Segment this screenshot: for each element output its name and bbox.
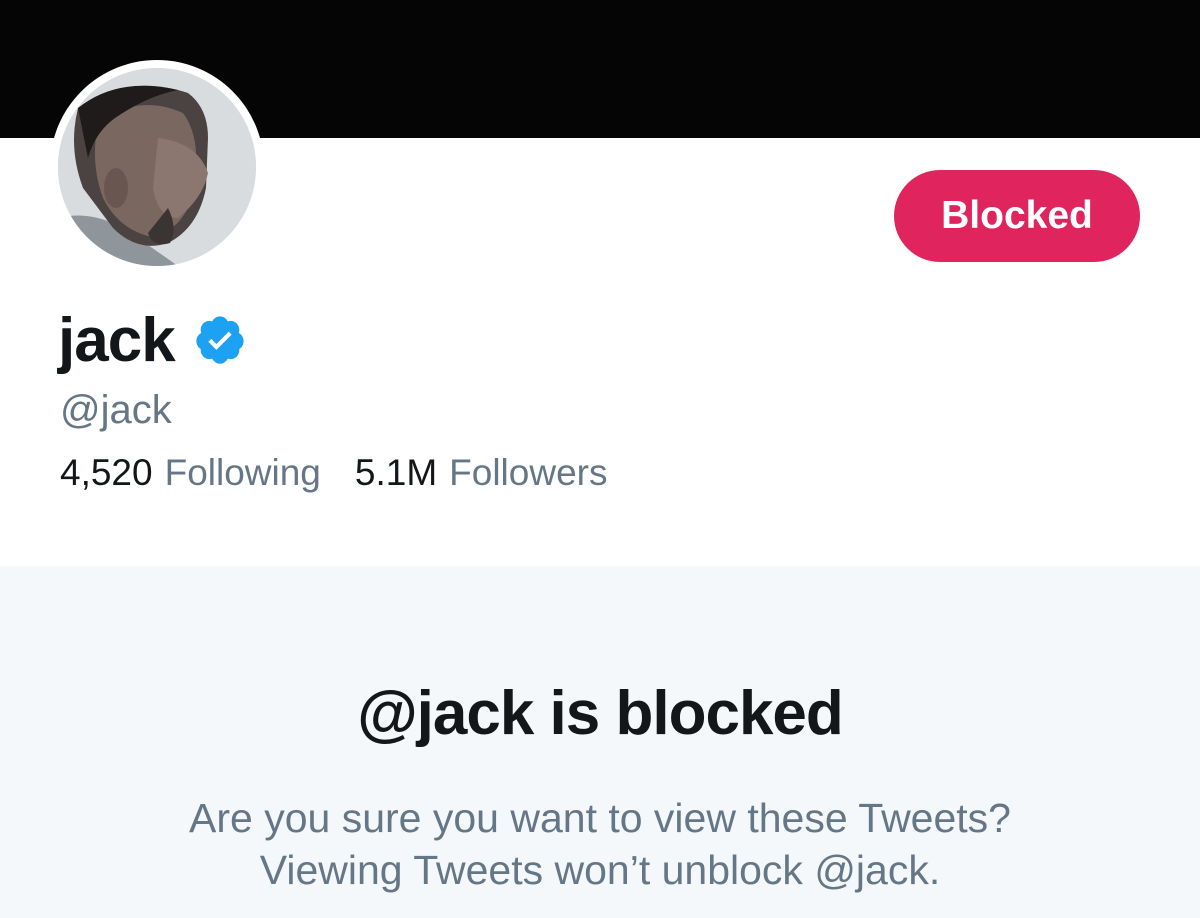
following-stat[interactable]: 4,520 Following xyxy=(60,452,321,494)
followers-count: 5.1M xyxy=(354,452,438,493)
followers-label: Followers xyxy=(449,452,608,493)
followers-stat[interactable]: 5.1M Followers xyxy=(355,452,608,494)
profile-avatar[interactable] xyxy=(50,60,264,274)
blocked-notice-title: @jack is blocked xyxy=(357,679,844,748)
following-count: 4,520 xyxy=(60,452,153,493)
verified-badge-icon xyxy=(193,313,247,367)
avatar-photo xyxy=(58,68,256,266)
follow-stats: 4,520 Following 5.1M Followers xyxy=(60,452,607,494)
display-name: jack xyxy=(58,305,176,375)
blocked-notice-line-1: Are you sure you want to view these Twee… xyxy=(189,795,1011,841)
blocked-notice-description: Are you sure you want to view these Twee… xyxy=(0,792,1200,896)
following-label: Following xyxy=(164,452,321,493)
blocked-button[interactable]: Blocked xyxy=(894,170,1140,262)
name-row: jack xyxy=(58,300,247,380)
profile-handle: @jack xyxy=(60,388,172,432)
blocked-notice-line-2: Viewing Tweets won’t unblock @jack. xyxy=(259,847,941,893)
avatar-portrait xyxy=(58,68,256,266)
